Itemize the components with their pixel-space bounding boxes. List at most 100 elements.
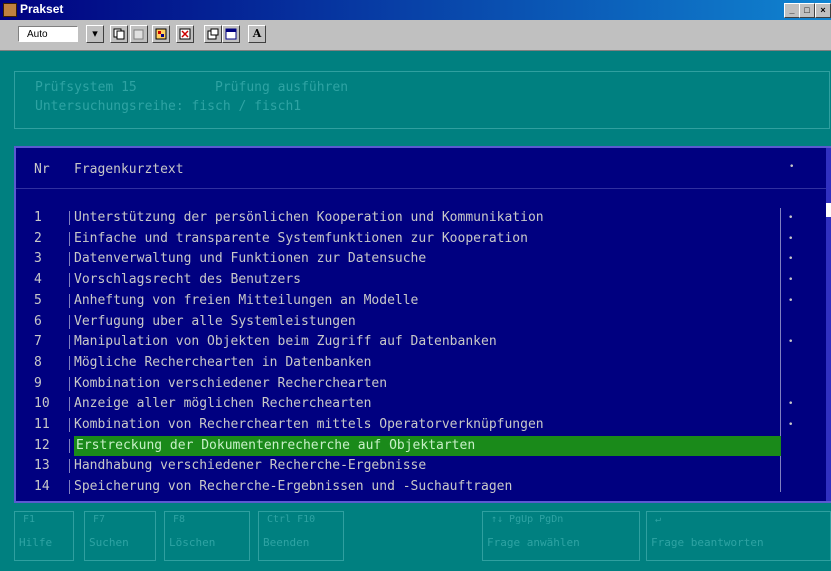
row-number: 1 (34, 210, 42, 225)
table-row-selected[interactable]: 12 Erstreckung der Dokumentenrecherche au… (16, 435, 806, 456)
row-answered-mark: • (788, 233, 794, 244)
dropdown-icon[interactable]: ▾ (86, 25, 104, 43)
fullscreen-icon[interactable] (176, 25, 194, 43)
row-answered-mark: • (788, 254, 794, 265)
fkey-delete-key: F8 (173, 514, 186, 525)
window-titlebar: Prakset _ □ × (0, 0, 831, 20)
fkey-answer-question[interactable]: ↵ Frage beantworten (646, 511, 831, 561)
header-line-series: Untersuchungsreihe: fisch / fisch1 (35, 99, 302, 114)
close-button[interactable]: × (815, 3, 831, 18)
row-number: 14 (34, 479, 50, 495)
table-row[interactable]: 6 Verfugung uber alle Systemleistungen (16, 312, 806, 332)
font-icon[interactable]: A (248, 25, 266, 43)
row-divider (69, 335, 70, 350)
fkey-search-key: F7 (93, 514, 106, 525)
properties-icon[interactable] (204, 25, 222, 43)
row-question-text: Kombination von Recherchearten mittels O… (74, 417, 544, 432)
table-row[interactable]: 7 Manipulation von Objekten beim Zugriff … (16, 332, 806, 352)
fkey-select-label: Frage anwählen (487, 536, 580, 549)
image-icon[interactable] (152, 25, 170, 43)
fkey-search[interactable]: F7 Suchen (84, 511, 156, 561)
fkey-answer-key: ↵ (655, 514, 662, 525)
row-question-text: Mögliche Recherchearten in Datenbanken (74, 354, 372, 370)
window-title: Prakset (20, 2, 64, 16)
table-row[interactable]: 8 Mögliche Recherchearten in Datenbanken (16, 353, 806, 373)
table-row[interactable]: 9 Kombination verschiedener Recherchearte… (16, 374, 806, 394)
row-question-text: Datenverwaltung und Funktionen zur Daten… (74, 251, 427, 267)
row-divider (69, 252, 70, 267)
question-list-panel: Nr Fragenkurztext • 1 Unterstützung der p… (14, 146, 831, 503)
window-icon[interactable] (222, 25, 240, 43)
row-divider (69, 314, 70, 329)
copy-icon[interactable] (110, 25, 128, 43)
fkey-exit[interactable]: Ctrl F10 Beenden (258, 511, 344, 561)
row-number: 13 (34, 458, 50, 474)
row-divider (69, 355, 70, 370)
fkey-help-label: Hilfe (19, 536, 53, 549)
column-header-nr: Nr (34, 162, 50, 177)
table-row[interactable]: 11 Kombination von Recherchearten mittels… (16, 415, 806, 435)
table-row[interactable]: 5 Anheftung von freien Mitteilungen an Mo… (16, 291, 806, 311)
table-row[interactable]: 3 Datenverwaltung und Funktionen zur Date… (16, 249, 806, 269)
row-answered-mark: • (788, 337, 794, 348)
terminal-area: Prüfsystem 15 Prüfung ausführen Untersuc… (0, 51, 831, 571)
row-number: 5 (34, 292, 42, 308)
row-answered-mark: • (788, 275, 794, 286)
fkey-search-label: Suchen (89, 536, 129, 549)
vertical-scrollbar[interactable] (826, 148, 831, 501)
fkey-exit-label: Beenden (263, 536, 310, 549)
row-number: 12 (34, 437, 50, 453)
table-row[interactable]: 2 Einfache und transparente Systemfunktio… (16, 229, 806, 249)
row-question-text: Einfache und transparente Systemfunktion… (74, 230, 528, 246)
fkey-exit-key: Ctrl F10 (267, 514, 316, 525)
row-number: 11 (34, 417, 50, 432)
minimize-button[interactable]: _ (784, 3, 800, 18)
row-number: 9 (34, 375, 42, 391)
fkey-select-key: ↑↓ PgUp PgDn (491, 514, 564, 525)
row-divider (69, 231, 70, 246)
row-number: 8 (34, 354, 42, 370)
paste-icon[interactable] (130, 25, 148, 43)
column-header-text: Fragenkurztext (74, 162, 184, 177)
row-divider (69, 459, 70, 474)
row-divider (69, 418, 70, 432)
row-number: 7 (34, 334, 42, 350)
fkey-help[interactable]: F1 Hilfe (14, 511, 74, 561)
row-divider (69, 211, 70, 225)
row-question-text: Unterstützung der persönlichen Kooperati… (74, 210, 544, 225)
row-divider (69, 438, 70, 453)
row-question-text: Anzeige aller möglichen Recherchearten (74, 396, 372, 412)
row-question-text: Vorschlagsrecht des Benutzers (74, 272, 301, 288)
row-question-text: Speicherung von Recherche-Ergebnissen un… (74, 479, 513, 495)
app-icon (3, 3, 17, 17)
row-divider (69, 376, 70, 391)
row-answered-mark: • (788, 420, 794, 430)
row-divider (69, 397, 70, 412)
header-box: Prüfsystem 15 Prüfung ausführen Untersuc… (14, 71, 830, 129)
table-row[interactable]: 1 Unterstützung der persönlichen Kooperat… (16, 208, 806, 228)
table-row[interactable]: 10 Anzeige aller möglichen Recherchearten… (16, 394, 806, 414)
row-divider (69, 480, 70, 495)
fkey-answer-label: Frage beantworten (651, 536, 764, 549)
row-question-text: Anheftung von freien Mitteilungen an Mod… (74, 292, 419, 308)
row-divider (69, 273, 70, 288)
row-question-text: Erstreckung der Dokumentenrecherche auf … (74, 435, 781, 456)
row-question-text: Kombination verschiedener Recherchearten (74, 375, 388, 391)
scrollbar-thumb[interactable] (826, 203, 831, 217)
header-mark: • (789, 162, 795, 172)
row-number: 10 (34, 396, 50, 412)
row-divider (69, 293, 70, 308)
row-answered-mark: • (788, 399, 794, 410)
table-row[interactable]: 14 Speicherung von Recherche-Ergebnissen … (16, 477, 806, 497)
header-line-system: Prüfsystem 15 Prüfung ausführen (35, 80, 349, 95)
fkey-select-question[interactable]: ↑↓ PgUp PgDn Frage anwählen (482, 511, 640, 561)
toolbar: Auto ▾ A (0, 20, 831, 51)
row-number: 4 (34, 272, 42, 288)
table-row[interactable]: 4 Vorschlagsrecht des Benutzers • (16, 270, 806, 290)
font-size-select[interactable]: Auto (18, 26, 78, 42)
row-question-text: Verfugung uber alle Systemleistungen (74, 313, 356, 329)
maximize-button[interactable]: □ (799, 3, 815, 18)
row-question-text: Handhabung verschiedener Recherche-Ergeb… (74, 458, 427, 474)
fkey-delete[interactable]: F8 Löschen (164, 511, 250, 561)
table-row[interactable]: 13 Handhabung verschiedener Recherche-Erg… (16, 456, 806, 476)
